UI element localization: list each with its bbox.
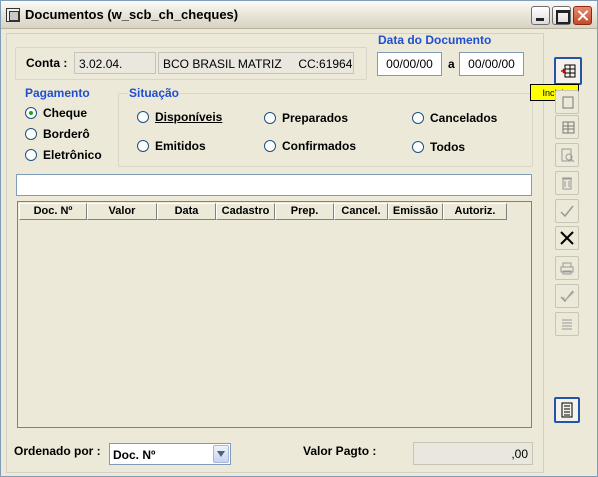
col-data[interactable]: Data <box>157 203 216 220</box>
radio-eletronico[interactable]: Eletrônico <box>25 148 102 162</box>
conta-name-field[interactable]: BCO BRASIL MATRIZ CC:61964 <box>158 52 354 74</box>
col-prep[interactable]: Prep. <box>275 203 334 220</box>
confirm-icon <box>560 290 575 303</box>
minimize-icon[interactable] <box>531 6 550 25</box>
cancel-x-icon <box>560 231 574 245</box>
delete-button[interactable] <box>555 171 579 195</box>
date-separator: a <box>448 57 455 71</box>
col-emissao[interactable]: Emissão <box>388 203 443 220</box>
radio-icon <box>25 149 37 161</box>
chevron-down-icon[interactable] <box>213 445 229 463</box>
radio-icon <box>137 140 149 152</box>
radio-icon <box>264 140 276 152</box>
col-autoriz[interactable]: Autoriz. <box>443 203 507 220</box>
print-icon <box>560 262 574 275</box>
order-label: Ordenado por : <box>14 444 101 458</box>
list-icon <box>562 121 575 134</box>
order-select-value: Doc. Nº <box>113 448 156 462</box>
valor-pagto-field: ,00 <box>413 442 533 465</box>
data-documento-title: Data do Documento <box>378 33 492 47</box>
radio-icon <box>412 141 424 153</box>
confirm-button[interactable] <box>555 284 579 308</box>
valor-pagto-label: Valor Pagto : <box>303 444 377 458</box>
include-icon <box>561 64 576 78</box>
grid-header: Doc. Nº Valor Data Cadastro Prep. Cancel… <box>19 203 507 220</box>
edit-icon <box>562 96 574 109</box>
lines-button[interactable] <box>555 312 579 336</box>
documentos-window: Documentos (w_scb_ch_cheques) Conta : 3.… <box>0 0 598 477</box>
report-icon <box>561 402 573 418</box>
lines-icon <box>562 319 572 330</box>
radio-disponiveis[interactable]: Disponíveis <box>137 110 222 124</box>
preview-button[interactable] <box>555 143 579 167</box>
situacao-title: Situação <box>128 86 181 100</box>
radio-icon <box>264 112 276 124</box>
filter-input[interactable] <box>16 174 532 196</box>
edit-button[interactable] <box>555 90 579 114</box>
pagamento-title: Pagamento <box>25 86 90 100</box>
radio-icon <box>137 111 149 123</box>
col-doc[interactable]: Doc. Nº <box>19 203 87 220</box>
radio-preparados[interactable]: Preparados <box>264 111 348 125</box>
conta-code-field[interactable]: 3.02.04. <box>74 52 156 74</box>
check-button[interactable] <box>555 199 579 223</box>
cancel-button[interactable] <box>555 226 579 250</box>
title-bar: Documentos (w_scb_ch_cheques) <box>1 1 597 29</box>
preview-icon <box>561 148 575 163</box>
check-icon <box>560 205 574 218</box>
window-title: Documentos (w_scb_ch_cheques) <box>25 7 239 22</box>
print-button[interactable] <box>555 256 579 280</box>
radio-cancelados[interactable]: Cancelados <box>412 111 497 125</box>
situacao-group <box>118 93 533 167</box>
radio-confirmados[interactable]: Confirmados <box>264 139 356 153</box>
radio-checked-icon <box>25 107 37 119</box>
radio-emitidos[interactable]: Emitidos <box>137 139 206 153</box>
date-to-input[interactable]: 00/00/00 <box>459 52 524 76</box>
documents-grid[interactable]: Doc. Nº Valor Data Cadastro Prep. Cancel… <box>17 201 532 428</box>
include-button[interactable] <box>554 57 582 85</box>
maximize-icon[interactable] <box>552 6 571 25</box>
date-from-input[interactable]: 00/00/00 <box>377 52 442 76</box>
radio-cheque[interactable]: Cheque <box>25 106 87 120</box>
conta-label: Conta : <box>26 56 68 70</box>
col-valor[interactable]: Valor <box>87 203 157 220</box>
list-button[interactable] <box>555 115 579 139</box>
radio-icon <box>412 112 424 124</box>
radio-icon <box>25 128 37 140</box>
radio-todos[interactable]: Todos <box>412 140 465 154</box>
window-app-icon[interactable] <box>6 8 20 22</box>
order-select[interactable]: Doc. Nº <box>109 443 231 465</box>
trash-icon <box>562 177 572 190</box>
close-icon[interactable] <box>573 6 592 25</box>
col-cancel[interactable]: Cancel. <box>334 203 388 220</box>
report-button[interactable] <box>554 397 580 423</box>
radio-bordero[interactable]: Borderô <box>25 127 90 141</box>
col-cadastro[interactable]: Cadastro <box>216 203 275 220</box>
